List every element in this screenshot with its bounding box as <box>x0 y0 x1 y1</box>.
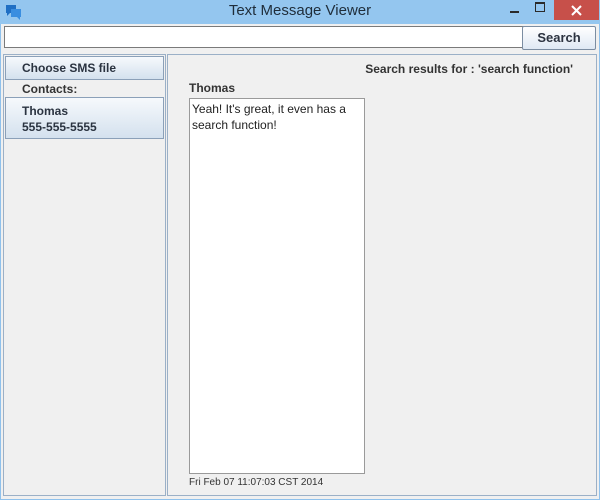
contacts-label: Contacts: <box>22 82 78 96</box>
message-text-area[interactable]: Yeah! It's great, it even has a search f… <box>189 98 365 474</box>
results-panel: Search results for : 'search function' T… <box>167 54 597 496</box>
title-bar: Text Message Viewer <box>0 0 600 24</box>
contact-name: Thomas <box>22 104 69 118</box>
message-timestamp: Fri Feb 07 11:07:03 CST 2014 <box>189 477 324 488</box>
search-input[interactable] <box>4 26 524 48</box>
search-results-title: Search results for : 'search function' <box>365 62 573 76</box>
choose-sms-file-button[interactable]: Choose SMS file <box>5 56 164 80</box>
minimize-button[interactable] <box>501 0 527 20</box>
contact-item[interactable]: Thomas 555-555-5555 <box>5 97 164 139</box>
close-icon <box>571 5 582 16</box>
close-button[interactable] <box>554 0 599 20</box>
contact-phone: 555-555-5555 <box>22 120 97 134</box>
minimize-icon <box>510 11 519 13</box>
message-sender: Thomas <box>189 81 236 95</box>
sidebar: Choose SMS file Contacts: Thomas 555-555… <box>3 54 166 496</box>
search-button[interactable]: Search <box>522 26 596 50</box>
window-content: Search Choose SMS file Contacts: Thomas … <box>1 24 599 499</box>
maximize-icon <box>535 2 545 12</box>
maximize-button[interactable] <box>527 0 553 20</box>
